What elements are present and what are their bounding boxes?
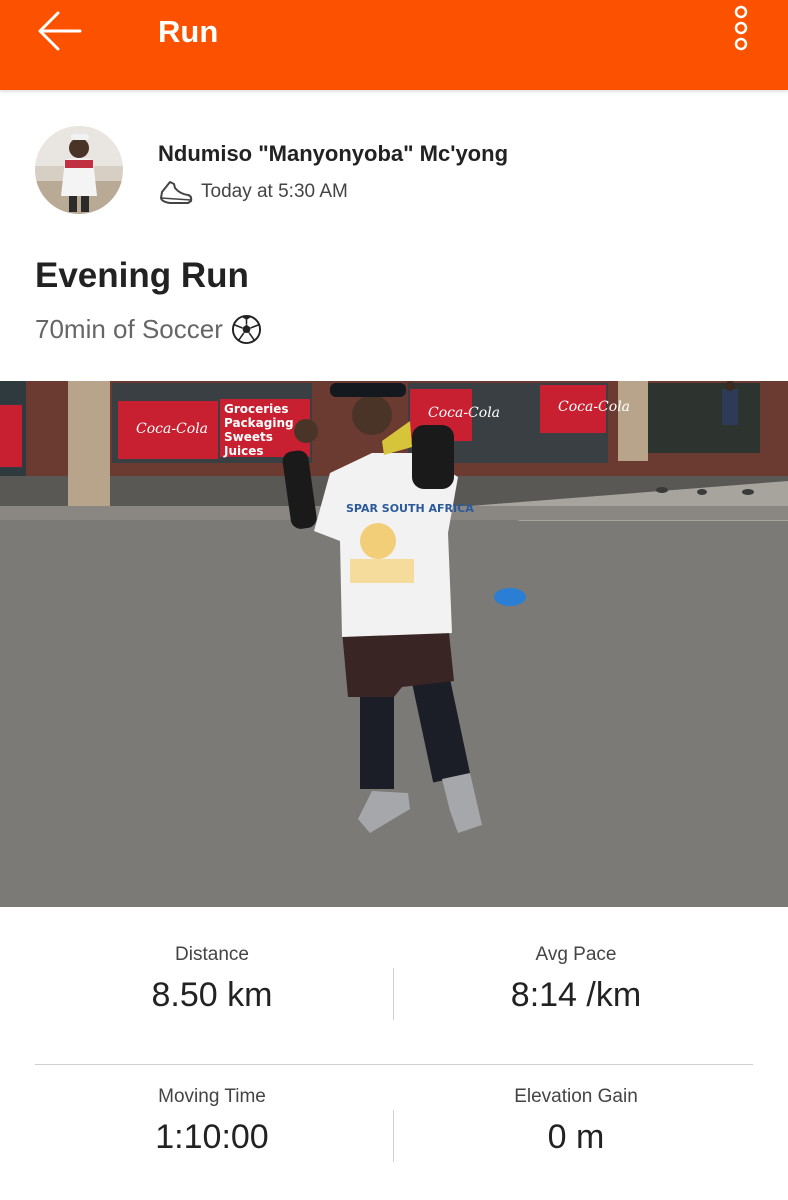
photo-sign-brand-1: Coca-Cola bbox=[136, 421, 208, 437]
stat-moving-time-value: 1:10:00 bbox=[155, 1118, 269, 1156]
athlete-name[interactable]: Ndumiso "Manyonyoba" Mc'yong bbox=[158, 141, 508, 167]
more-options-button[interactable] bbox=[728, 4, 754, 56]
activity-description: 70min of Soccer bbox=[35, 313, 262, 345]
activity-meta: Today at 5:30 AM bbox=[158, 176, 348, 208]
arrow-left-icon bbox=[38, 11, 82, 51]
activity-title: Evening Run bbox=[35, 256, 249, 295]
stat-moving-time-label: Moving Time bbox=[158, 1086, 266, 1107]
photo-shirt-text: SPAR SOUTH AFRICA bbox=[346, 502, 474, 515]
avatar[interactable] bbox=[35, 126, 123, 214]
svg-text:Sweets: Sweets bbox=[224, 430, 273, 444]
page-title: Run bbox=[158, 14, 219, 49]
more-vertical-icon bbox=[734, 5, 748, 51]
running-shoe-icon bbox=[160, 181, 193, 204]
app-header: Run bbox=[0, 0, 788, 90]
stat-divider-vertical-top bbox=[393, 968, 394, 1020]
stat-pace-label: Avg Pace bbox=[535, 944, 617, 965]
soccer-ball-icon bbox=[231, 314, 261, 344]
photo-sign-brand-2: Coca-Cola bbox=[428, 405, 500, 421]
activity-photo[interactable]: Coca-Cola Coca-Cola Coca-Cola Groceries … bbox=[0, 381, 788, 907]
stat-divider-horizontal bbox=[35, 1064, 753, 1065]
svg-text:Groceries: Groceries bbox=[224, 402, 289, 416]
svg-text:Packaging: Packaging bbox=[224, 416, 294, 430]
photo-sign-brand-3: Coca-Cola bbox=[558, 399, 630, 415]
stat-pace-value: 8:14 /km bbox=[510, 976, 642, 1014]
stat-elevation-label: Elevation Gain bbox=[514, 1086, 638, 1107]
stat-distance-value: 8.50 km bbox=[151, 976, 273, 1014]
stat-elevation-value: 0 m bbox=[547, 1118, 605, 1156]
svg-text:Juices: Juices bbox=[223, 444, 264, 458]
activity-timestamp: Today at 5:30 AM bbox=[201, 181, 348, 202]
stat-distance-label: Distance bbox=[175, 944, 249, 965]
back-button[interactable] bbox=[30, 6, 92, 56]
stat-divider-vertical-bottom bbox=[393, 1110, 394, 1162]
activity-description-text: 70min of Soccer bbox=[35, 313, 223, 344]
